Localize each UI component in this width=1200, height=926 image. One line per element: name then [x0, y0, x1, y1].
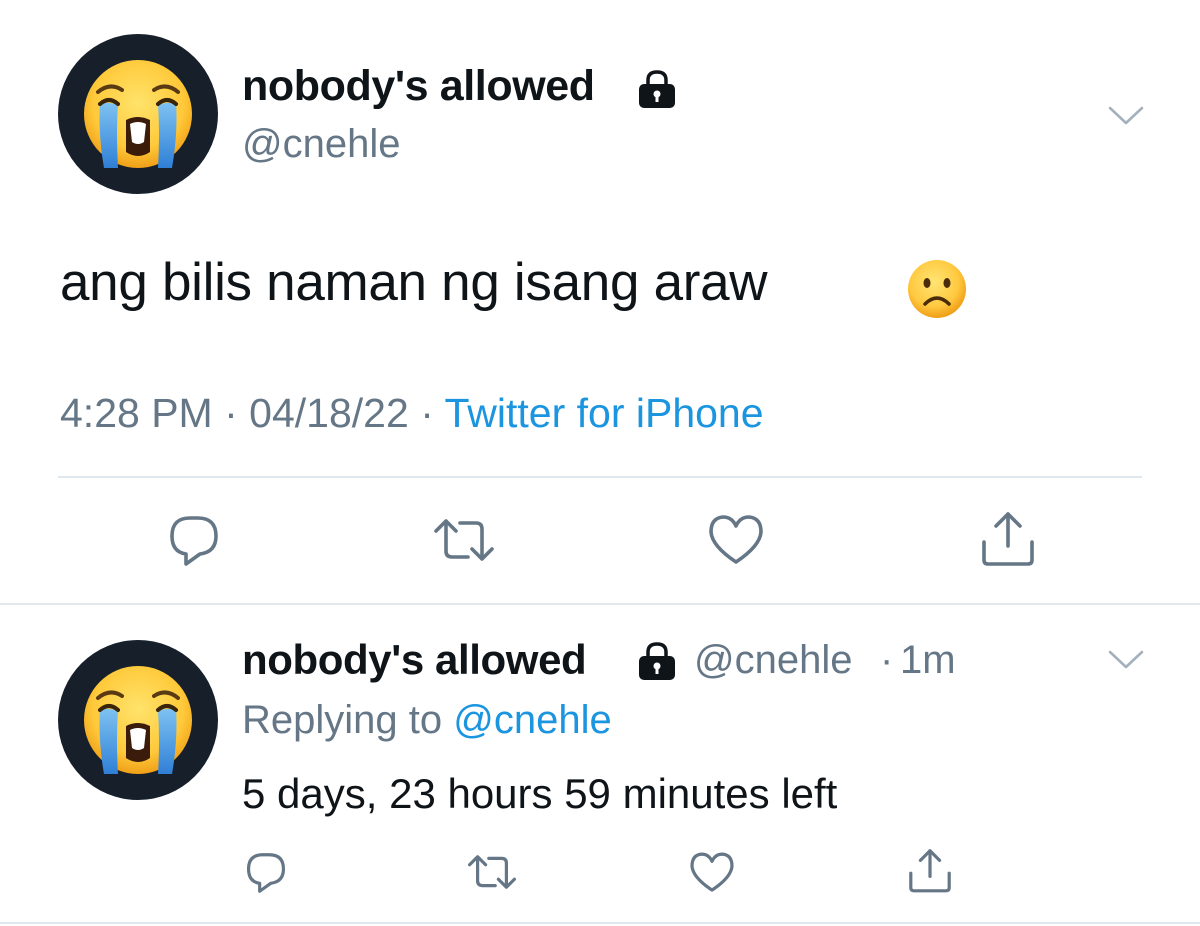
meta-separator: · [420, 390, 434, 436]
avatar[interactable] [58, 640, 218, 800]
share-icon [909, 849, 951, 893]
chevron-down-icon[interactable] [1107, 104, 1145, 128]
tweet-time: 4:28 PM [60, 390, 213, 436]
replying-prefix: Replying to [242, 698, 443, 742]
meta-separator: · [880, 638, 894, 682]
share-icon [982, 512, 1034, 566]
avatar[interactable] [58, 34, 218, 194]
handle[interactable]: @cnehle [242, 122, 400, 167]
reply-button[interactable] [164, 512, 224, 570]
tweet-date: 04/18/22 [249, 390, 409, 436]
lock-icon [636, 642, 678, 687]
display-name[interactable]: nobody's allowed [242, 62, 595, 111]
reply-timestamp[interactable]: 1m [900, 638, 956, 683]
divider [58, 476, 1142, 478]
retweet-icon [467, 855, 516, 889]
reply-display-name[interactable]: nobody's allowed [242, 636, 587, 684]
divider [0, 603, 1200, 605]
loudly-crying-face-icon [84, 60, 192, 168]
retweet-icon [434, 519, 494, 561]
like-icon [709, 515, 763, 564]
tweet-meta: 4:28 PM · 04/18/22 · Twitter for iPhone [60, 390, 764, 437]
retweet-button[interactable] [466, 852, 518, 892]
like-button[interactable] [688, 850, 736, 895]
reply-handle[interactable]: @cnehle [694, 638, 852, 683]
frowning-face-emoji-icon [908, 260, 966, 318]
like-button[interactable] [706, 512, 766, 568]
loudly-crying-face-icon [84, 666, 192, 774]
reply-icon [246, 853, 286, 893]
lock-icon [636, 70, 678, 115]
reply-button[interactable] [242, 850, 290, 896]
share-button[interactable] [978, 508, 1038, 568]
reply-icon [170, 516, 218, 566]
replying-to: Replying to @cnehle [242, 698, 612, 743]
meta-separator: · [224, 390, 238, 436]
retweet-button[interactable] [432, 515, 496, 565]
share-button[interactable] [906, 846, 954, 894]
divider [0, 922, 1200, 924]
tweet-source-link[interactable]: Twitter for iPhone [445, 390, 764, 436]
tweet-text: ang bilis naman ng isang araw [60, 253, 768, 312]
like-icon [690, 852, 734, 892]
reply-text: 5 days, 23 hours 59 minutes left [242, 770, 838, 817]
chevron-down-icon[interactable] [1107, 648, 1145, 672]
mention-link[interactable]: @cnehle [453, 698, 611, 742]
